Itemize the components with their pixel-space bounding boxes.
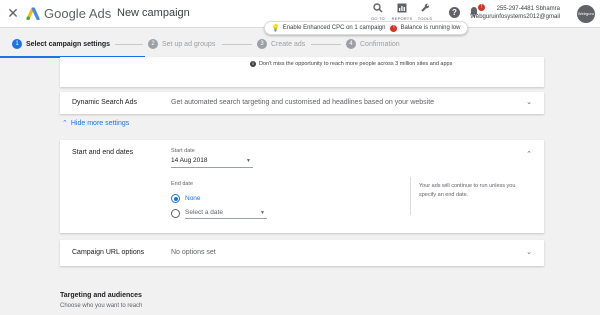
step-number: 4 <box>346 39 356 49</box>
goto-button[interactable]: GO TO <box>365 3 391 21</box>
end-date-none-label: None <box>185 195 201 202</box>
lightbulb-icon: 💡 <box>271 25 280 32</box>
step-connector <box>222 44 252 45</box>
search-icon <box>365 3 391 16</box>
page-title: New campaign <box>117 7 190 19</box>
account-info[interactable]: 255-297-4481 Sbhamra Webguruinfosystems2… <box>470 5 560 21</box>
step-label: Create ads <box>271 40 306 48</box>
wrench-icon <box>412 3 438 16</box>
chevron-up-icon: ⌃ <box>62 120 68 127</box>
start-date-label: Start date <box>171 148 195 154</box>
end-date-none-option[interactable]: None <box>171 194 201 203</box>
end-date-label: End date <box>171 181 194 187</box>
vertical-divider <box>410 177 411 215</box>
dynamic-search-ads-title: Dynamic Search Ads <box>72 99 137 106</box>
end-date-select[interactable]: Select a date ▼ <box>185 208 267 219</box>
campaign-url-options-row[interactable]: Campaign URL options No options set ⌄ <box>60 240 544 266</box>
google-ads-logo-icon <box>26 7 40 20</box>
chevron-up-icon[interactable]: ⌃ <box>526 150 532 158</box>
step-number: 1 <box>12 39 22 49</box>
url-options-title: Campaign URL options <box>72 249 145 256</box>
start-date-value: 14 Aug 2018 <box>171 157 208 164</box>
chevron-down-icon[interactable]: ⌄ <box>526 98 532 106</box>
end-date-select-option[interactable]: Select a date ▼ <box>171 208 267 219</box>
step-connector <box>311 44 341 45</box>
alert-icon: ! <box>390 24 398 32</box>
hide-more-settings-link[interactable]: ⌃ Hide more settings <box>62 119 130 128</box>
close-icon[interactable]: ✕ <box>6 6 20 20</box>
step-connector <box>115 44 143 45</box>
targeting-section-subtitle: Choose who you want to reach <box>60 303 143 309</box>
step-confirmation: 4 Confirmation <box>346 39 400 49</box>
step-number: 2 <box>148 39 158 49</box>
networks-hint: i Don't miss the opportunity to reach mo… <box>250 61 452 67</box>
targeting-section-title: Targeting and audiences <box>60 292 142 299</box>
account-email: Webguruinfosystems2012@gmail <box>470 14 560 20</box>
dropdown-arrow-icon: ▼ <box>260 210 265 216</box>
dynamic-search-ads-row[interactable]: Dynamic Search Ads Get automated search … <box>60 92 544 114</box>
dynamic-search-ads-desc: Get automated search targeting and custo… <box>171 99 435 106</box>
dates-title: Start and end dates <box>72 149 134 156</box>
end-date-select-placeholder: Select a date <box>185 209 223 216</box>
end-date-note: Your ads will continue to run unless you… <box>419 183 516 198</box>
radio-unselected-icon[interactable] <box>171 209 180 218</box>
step-set-up-ad-groups: 2 Set up ad groups <box>148 39 215 49</box>
step-number: 3 <box>257 39 267 49</box>
networks-card: i Don't miss the opportunity to reach mo… <box>60 57 544 87</box>
enhanced-cpc-notice[interactable]: Enable Enhanced CPC on 1 campaign <box>283 25 386 31</box>
step-label: Confirmation <box>360 40 400 48</box>
account-phone: 255-297-4481 Sbhamra <box>496 6 560 12</box>
notification-pill[interactable]: 💡 Enable Enhanced CPC on 1 campaign ! Ba… <box>264 21 468 35</box>
networks-hint-text: Don't miss the opportunity to reach more… <box>259 61 453 67</box>
brand-name: Google Ads <box>44 6 112 21</box>
info-icon: i <box>250 61 256 67</box>
balance-notice[interactable]: Balance is running low <box>400 25 460 31</box>
tools-button[interactable]: TOOLS <box>412 3 438 21</box>
step-label: Select campaign settings <box>26 40 111 48</box>
hide-more-settings-label: Hide more settings <box>70 119 130 127</box>
url-options-desc: No options set <box>171 249 216 256</box>
start-date-select[interactable]: 14 Aug 2018 ▼ <box>171 156 253 168</box>
chevron-down-icon[interactable]: ⌄ <box>526 248 532 256</box>
avatar[interactable]: Webguru <box>577 5 595 23</box>
step-select-campaign-settings[interactable]: 1 Select campaign settings <box>12 39 110 49</box>
help-icon[interactable]: ? <box>449 7 460 18</box>
step-label: Set up ad groups <box>162 40 216 48</box>
start-end-dates-card: Start and end dates ⌃ Start date 14 Aug … <box>60 140 544 233</box>
dropdown-arrow-icon: ▼ <box>246 158 251 164</box>
radio-selected-icon[interactable] <box>171 194 180 203</box>
step-create-ads: 3 Create ads <box>257 39 305 49</box>
